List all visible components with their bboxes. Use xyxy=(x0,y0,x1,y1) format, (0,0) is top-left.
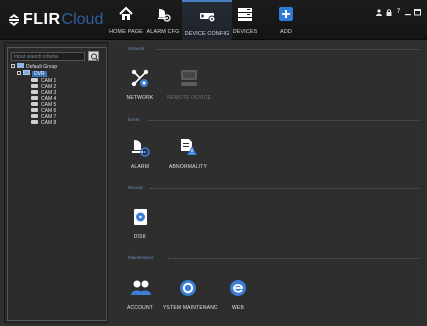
tree-node-device[interactable]: DVR xyxy=(17,70,47,78)
camera-icon xyxy=(31,101,38,106)
add-icon xyxy=(278,6,294,22)
account-icon xyxy=(130,278,151,298)
tab-alarm-cfg-label: ALARM CFG xyxy=(146,29,180,35)
maximize-icon[interactable] xyxy=(414,9,421,18)
brand-sub: Cloud xyxy=(61,11,104,28)
remote-device-button: REMOTE DEVICE xyxy=(164,68,214,101)
camera-icon xyxy=(31,95,38,100)
network-icon xyxy=(130,68,150,88)
camera-icon xyxy=(31,107,38,112)
home-icon xyxy=(118,6,134,22)
network-button[interactable]: NETWORK xyxy=(115,68,165,101)
alarm-label: ALARM xyxy=(130,164,150,170)
section-divider xyxy=(150,188,420,189)
disk-label: DISK xyxy=(133,234,147,240)
search-input[interactable]: Input search criteria xyxy=(11,52,85,61)
app-logo: FLIR Cloud xyxy=(8,11,104,28)
disk-icon xyxy=(130,207,150,227)
remote-device-label: REMOTE DEVICE xyxy=(167,95,211,101)
section-title-maintenance: Maintenance xyxy=(128,255,154,260)
system-maintenance-icon xyxy=(178,278,198,298)
lock-icon[interactable] xyxy=(385,9,392,18)
device-tree: Input search criteria Default Group DVR … xyxy=(7,47,107,321)
camera-icon xyxy=(31,113,38,118)
top-bar: FLIR Cloud HOME PAGE ALARM CFG DEVICE CO… xyxy=(0,0,427,40)
search-icon xyxy=(91,53,99,61)
alarm-config-icon xyxy=(155,6,171,22)
section-title-record: Record xyxy=(128,185,143,190)
section-title-general: General xyxy=(128,46,145,51)
brand-name: FLIR xyxy=(23,11,61,28)
section-divider xyxy=(148,120,420,121)
device-config-panel: General NETWORK REMOTE DEVICE Event ALAR… xyxy=(112,42,423,323)
device-tree-panel: Input search criteria Default Group DVR … xyxy=(4,42,108,323)
web-label: WEB xyxy=(232,305,244,311)
dvr-icon xyxy=(23,70,30,76)
device-label: DVR xyxy=(32,71,47,77)
collapse-icon[interactable] xyxy=(11,63,15,68)
section-divider xyxy=(156,49,420,50)
tree-node-camera[interactable]: CAM 8 xyxy=(31,119,57,127)
tab-add-label: ADD xyxy=(280,29,292,35)
minimize-icon[interactable] xyxy=(404,9,411,18)
web-icon xyxy=(228,278,248,298)
camera-icon xyxy=(31,119,38,124)
system-maintenance-label: YSTEM MAINTENANC xyxy=(163,305,218,311)
abnormality-label: ABNORMALITY xyxy=(168,164,208,170)
section-title-event: Event xyxy=(128,117,140,122)
tab-alarm-cfg[interactable]: ALARM CFG xyxy=(138,0,188,40)
web-button[interactable]: WEB xyxy=(213,278,263,311)
camera-icon xyxy=(31,89,38,94)
account-label: ACCOUNT xyxy=(126,305,154,311)
system-maintenance-button[interactable]: YSTEM MAINTENANC xyxy=(163,278,218,311)
abnormality-icon xyxy=(178,137,198,157)
remote-device-icon xyxy=(179,68,199,88)
abnormality-button[interactable]: ABNORMALITY xyxy=(163,137,213,170)
camera-icon xyxy=(31,83,38,88)
search-button[interactable] xyxy=(88,51,99,61)
alarm-icon xyxy=(130,137,150,157)
camera-label: CAM 8 xyxy=(41,120,57,126)
flir-logo-icon xyxy=(8,13,20,27)
help-icon[interactable]: ? xyxy=(395,7,402,15)
collapse-icon[interactable] xyxy=(17,70,21,75)
account-button[interactable]: ACCOUNT xyxy=(115,278,165,311)
devices-icon xyxy=(237,6,253,22)
alarm-button[interactable]: ALARM xyxy=(115,137,165,170)
disk-button[interactable]: DISK xyxy=(115,207,165,240)
camera-icon xyxy=(31,77,38,82)
tab-add[interactable]: ADD xyxy=(261,0,311,40)
group-label: Default Group xyxy=(26,64,58,70)
person-icon[interactable] xyxy=(375,9,382,18)
device-config-icon xyxy=(199,8,216,24)
app-window: FLIR Cloud HOME PAGE ALARM CFG DEVICE CO… xyxy=(0,0,427,326)
network-label: NETWORK xyxy=(126,95,154,101)
section-divider xyxy=(168,258,420,259)
folder-icon xyxy=(17,63,24,69)
